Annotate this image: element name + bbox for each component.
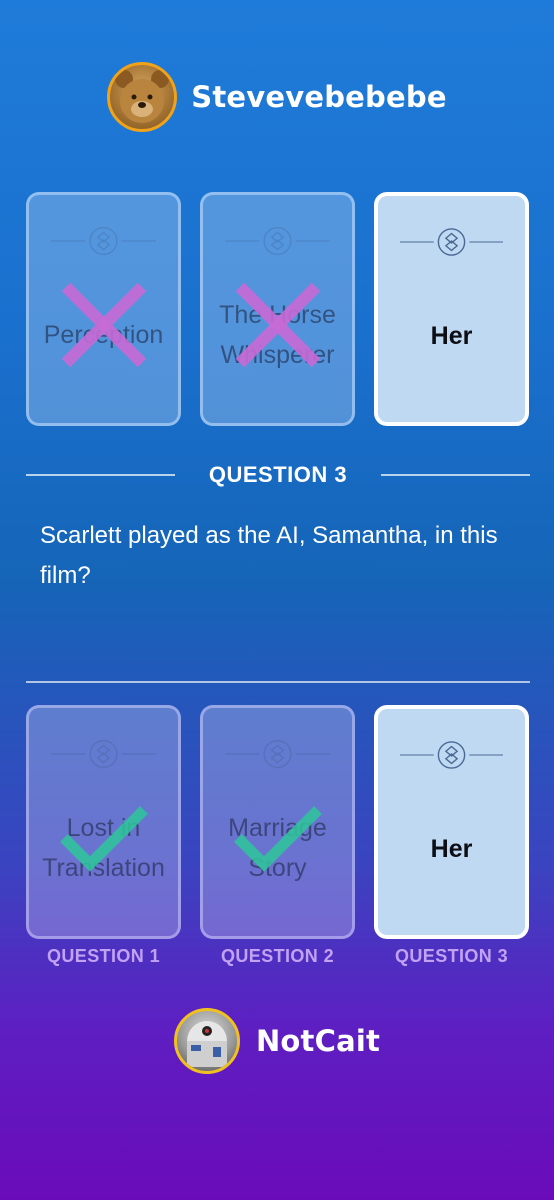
card-logo-icon (51, 223, 156, 259)
card-logo-icon (51, 736, 156, 772)
opponent-card-row: Perception The Horse Whisperer Her (26, 192, 529, 426)
opponent-card-1: Perception (26, 192, 181, 426)
card-logo-icon (225, 223, 330, 259)
card-caption-3: QUESTION 3 (394, 946, 509, 966)
correct-check-icon (203, 778, 352, 898)
player-card-row: Lost in Translation Marriage Story Her (26, 705, 529, 939)
opponent-avatar[interactable] (107, 62, 178, 132)
player-card-2[interactable]: Marriage Story (200, 705, 355, 939)
question-label: QUESTION 3 (208, 462, 348, 487)
card-title: Her (430, 322, 473, 350)
correct-check-icon (29, 778, 178, 898)
robot-icon (186, 1021, 227, 1067)
player-card-1[interactable]: Lost in Translation (26, 705, 181, 939)
player-header: NotCait (0, 1008, 554, 1074)
card-title: Her (430, 835, 473, 863)
card-logo-icon (225, 736, 330, 772)
wrong-x-icon (203, 265, 352, 385)
question-divider: QUESTION 3 (26, 462, 530, 488)
section-divider (26, 681, 530, 683)
player-name: NotCait (255, 1024, 381, 1058)
card-caption-1: QUESTION 1 (46, 946, 161, 966)
card-logo-icon (400, 737, 503, 773)
question-text: Scarlett played as the AI, Samantha, in … (40, 522, 498, 589)
card-logo-icon (400, 224, 503, 260)
teddy-bear-icon (115, 70, 170, 123)
player-card-current[interactable]: Her (374, 705, 529, 939)
divider-line-left (26, 474, 175, 476)
opponent-name: Stevevebebebe (191, 80, 447, 114)
opponent-card-current: Her (374, 192, 529, 426)
opponent-card-2: The Horse Whisperer (200, 192, 355, 426)
wrong-x-icon (29, 265, 178, 385)
divider-line-right (381, 474, 530, 476)
card-caption-2: QUESTION 2 (220, 946, 335, 966)
opponent-header: Stevevebebebe (0, 62, 554, 132)
player-avatar[interactable] (173, 1008, 240, 1074)
